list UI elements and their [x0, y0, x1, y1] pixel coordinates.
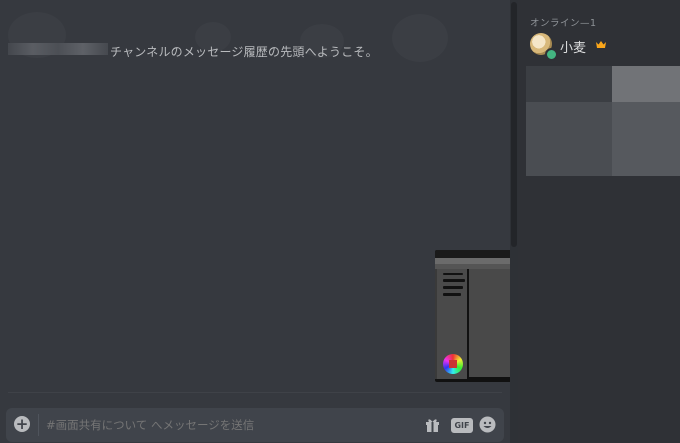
wumpus-decoration — [392, 14, 448, 62]
gift-icon[interactable] — [425, 418, 440, 432]
member-item[interactable]: 小麦 — [526, 30, 676, 61]
composer-divider — [8, 392, 502, 393]
member-name: 小麦 — [560, 41, 587, 56]
welcome-text: チャンネルのメッセージ履歴の先頭へようこそ。 — [110, 45, 378, 59]
crown-icon — [596, 41, 606, 48]
gif-button[interactable]: GIF — [451, 418, 473, 433]
blurred-channel-name — [8, 43, 108, 55]
plus-circle-icon[interactable]: + — [14, 416, 30, 432]
online-section-header: オンライン—1 — [530, 18, 597, 29]
channel-welcome-banner: チャンネルのメッセージ履歴の先頭へようこそ。 — [0, 0, 510, 72]
color-wheel-icon — [443, 354, 463, 374]
composer-separator — [38, 414, 39, 436]
brush-stroke — [443, 273, 463, 275]
brush-stroke — [443, 286, 463, 289]
message-input[interactable] — [46, 408, 406, 442]
message-composer: + GIF — [6, 408, 504, 442]
scrollbar-thumb[interactable] — [511, 2, 517, 247]
blur-block — [526, 66, 612, 102]
online-status-icon — [545, 48, 558, 61]
chat-scrollbar[interactable] — [510, 0, 518, 443]
blurred-activity-card — [526, 66, 680, 176]
brush-stroke — [443, 293, 461, 296]
blur-block — [612, 102, 680, 176]
blur-block — [612, 66, 680, 102]
emoji-icon[interactable] — [479, 416, 496, 433]
member-list: オンライン—1 小麦 — [518, 0, 680, 443]
brush-stroke — [443, 279, 465, 282]
chat-area: チャンネルのメッセージ履歴の先頭へようこそ。 + GIF — [0, 0, 671, 443]
blur-block — [526, 102, 612, 176]
